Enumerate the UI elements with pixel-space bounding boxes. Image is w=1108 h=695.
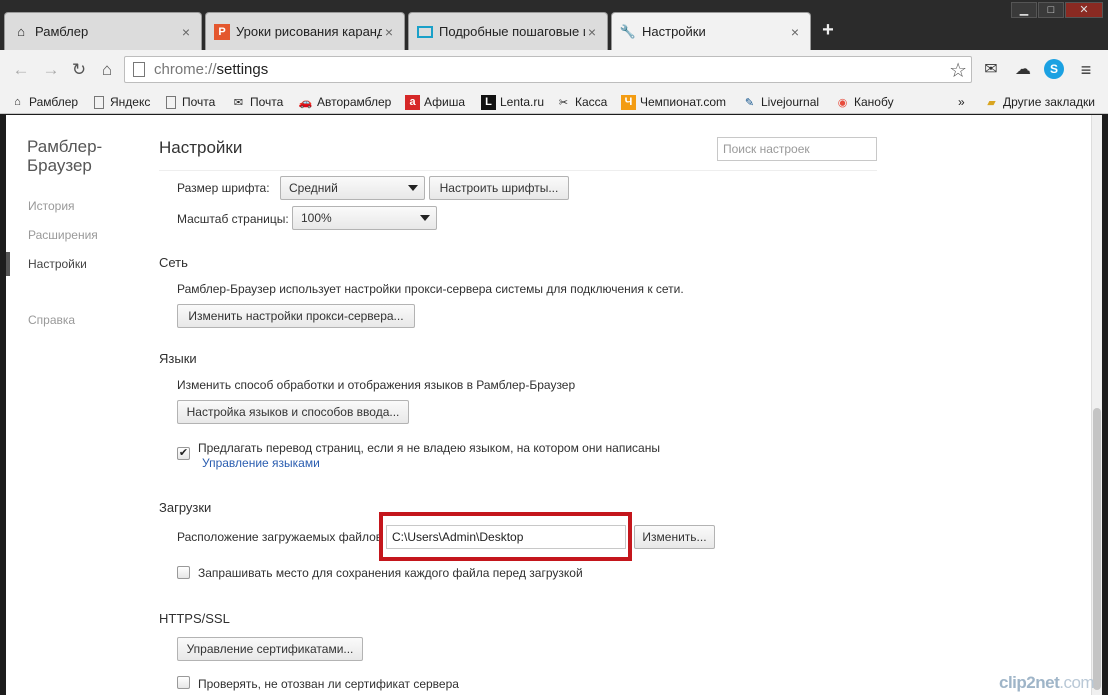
reload-button[interactable]: ↻ — [68, 59, 90, 81]
page-title: Настройки — [159, 138, 243, 157]
car-icon: 🚗 — [298, 96, 313, 109]
language-settings-button[interactable]: Настройка языков и способов ввода... — [177, 400, 409, 424]
tab-rambler[interactable]: ⌂ Рамблер × — [4, 12, 202, 50]
tab-step-by-step[interactable]: Подробные пошаговые и × — [408, 12, 608, 50]
mail-icon: ✉ — [233, 96, 244, 109]
manage-certificates-button[interactable]: Управление сертификатами... — [177, 637, 363, 661]
revocation-label: Проверять, не отозван ли сертификат серв… — [198, 677, 459, 691]
new-tab-button[interactable]: + — [818, 20, 838, 40]
url-text: chrome://settings — [154, 61, 269, 78]
p-letter-icon: P — [214, 23, 230, 40]
toolbar: ← → ↻ ⌂ chrome://settings ☆ ✉ ☁ S ≡ — [0, 50, 1108, 90]
dropdown-arrow-icon — [420, 215, 430, 221]
tab-title: Подробные пошаговые и — [439, 24, 585, 39]
bookmarks-overflow-button[interactable]: » — [958, 93, 965, 111]
bookmark-livejournal[interactable]: ✎ Livejournal — [742, 93, 819, 111]
livejournal-icon: ✎ — [744, 96, 755, 109]
tab-drawing-lessons[interactable]: P Уроки рисования каранд × — [205, 12, 405, 50]
translate-label: Предлагать перевод страниц, если я не вл… — [198, 441, 660, 455]
sidebar-item-help[interactable]: Справка — [28, 313, 75, 327]
bookmark-championat[interactable]: Ч Чемпионат.com — [621, 93, 726, 111]
sidebar-item-history[interactable]: История — [28, 199, 75, 213]
championat-icon: Ч — [621, 94, 636, 110]
sidebar-selected-marker — [6, 252, 10, 276]
sidebar-item-settings[interactable]: Настройки — [28, 257, 87, 271]
search-settings-input[interactable]: Поиск настроек — [717, 137, 877, 161]
rambler-home-icon: ⌂ — [17, 24, 25, 39]
tab-close-icon[interactable]: × — [585, 24, 599, 40]
dropdown-arrow-icon — [408, 185, 418, 191]
forward-button[interactable]: → — [40, 59, 62, 81]
home-button[interactable]: ⌂ — [96, 59, 118, 81]
manage-languages-link[interactable]: Управление языками — [202, 456, 320, 470]
bookmark-lenta[interactable]: L Lenta.ru — [481, 93, 544, 111]
other-bookmarks-folder[interactable]: ▰ Другие закладки — [984, 93, 1095, 111]
revocation-checkbox[interactable] — [177, 676, 190, 689]
menu-icon[interactable]: ≡ — [1075, 59, 1097, 81]
tab-close-icon[interactable]: × — [179, 24, 193, 40]
sidebar-item-extensions[interactable]: Расширения — [28, 228, 98, 242]
tickets-icon: ✂ — [558, 96, 569, 109]
rambler-home-icon: ⌂ — [14, 96, 21, 108]
network-heading: Сеть — [159, 255, 188, 270]
close-window-button[interactable]: ✕ — [1065, 2, 1103, 18]
skype-icon[interactable]: S — [1044, 59, 1064, 79]
languages-description: Изменить способ обработки и отображения … — [177, 378, 576, 392]
font-size-label: Размер шрифта: — [177, 181, 270, 195]
sidebar-title: Рамблер-Браузер — [27, 137, 103, 175]
ask-location-label: Запрашивать место для сохранения каждого… — [198, 566, 583, 580]
address-bar[interactable]: chrome://settings ☆ — [124, 56, 972, 83]
network-description: Рамблер-Браузер использует настройки про… — [177, 282, 684, 296]
scrollbar-thumb[interactable] — [1093, 408, 1101, 690]
translate-checkbox[interactable]: ✔ — [177, 447, 190, 460]
page-icon — [166, 95, 176, 109]
bookmark-pochta-2[interactable]: ✉ Почта — [231, 93, 283, 111]
weather-icon[interactable]: ☁ — [1012, 59, 1034, 81]
font-size-select[interactable]: Средний — [280, 176, 425, 200]
font-settings-button[interactable]: Настроить шрифты... — [429, 176, 569, 200]
download-location-label: Расположение загружаемых файлов — [177, 530, 383, 544]
mail-icon[interactable]: ✉ — [980, 59, 1002, 81]
minimize-button[interactable]: ▁ — [1011, 2, 1037, 18]
back-button[interactable]: ← — [10, 59, 32, 81]
bookmark-pochta-1[interactable]: Почта — [166, 93, 215, 111]
lenta-icon: L — [481, 94, 496, 110]
afisha-icon: a — [405, 94, 420, 110]
ask-location-checkbox[interactable] — [177, 566, 190, 579]
header-divider — [159, 170, 877, 171]
tab-close-icon[interactable]: × — [788, 24, 802, 40]
https-heading: HTTPS/SSL — [159, 611, 230, 626]
downloads-heading: Загрузки — [159, 500, 212, 515]
folder-icon: ▰ — [987, 96, 996, 109]
kanobu-icon: ◉ — [837, 96, 848, 109]
page-icon — [94, 95, 104, 109]
bookmark-avtorambler[interactable]: 🚗 Авторамблер — [298, 93, 392, 111]
languages-heading: Языки — [159, 351, 197, 366]
maximize-button[interactable]: □ — [1038, 2, 1064, 18]
tab-title: Настройки — [642, 24, 706, 39]
watermark: clip2net.com — [999, 673, 1095, 692]
highlight-box — [379, 512, 632, 561]
tab-title: Рамблер — [35, 24, 89, 39]
settings-page: Рамблер-Браузер История Расширения Настр… — [6, 115, 1102, 695]
monitor-icon — [417, 25, 433, 38]
page-zoom-label: Масштаб страницы: — [177, 212, 289, 226]
tab-settings[interactable]: 🔧 Настройки × — [611, 12, 811, 50]
bookmarks-bar: ⌂ Рамблер Яндекс Почта ✉ Почта 🚗 Авторамбле… — [0, 90, 1108, 114]
bookmark-kassa[interactable]: ✂ Касса — [556, 93, 607, 111]
page-zoom-select[interactable]: 100% — [292, 206, 437, 230]
page-icon — [133, 62, 145, 77]
wrench-icon: 🔧 — [619, 23, 637, 39]
proxy-settings-button[interactable]: Изменить настройки прокси-сервера... — [177, 304, 415, 328]
tab-strip: ⌂ Рамблер × P Уроки рисования каранд × П… — [0, 0, 1108, 50]
tab-title: Уроки рисования каранд — [236, 24, 382, 39]
bookmark-yandex[interactable]: Яндекс — [94, 93, 150, 111]
bookmark-kanobu[interactable]: ◉ Канобу — [835, 93, 894, 111]
bookmark-star-icon[interactable]: ☆ — [949, 58, 967, 83]
bookmark-afisha[interactable]: a Афиша — [405, 93, 465, 111]
bookmark-rambler[interactable]: ⌂ Рамблер — [10, 93, 78, 111]
change-location-button[interactable]: Изменить... — [634, 525, 715, 549]
tab-close-icon[interactable]: × — [382, 24, 396, 40]
